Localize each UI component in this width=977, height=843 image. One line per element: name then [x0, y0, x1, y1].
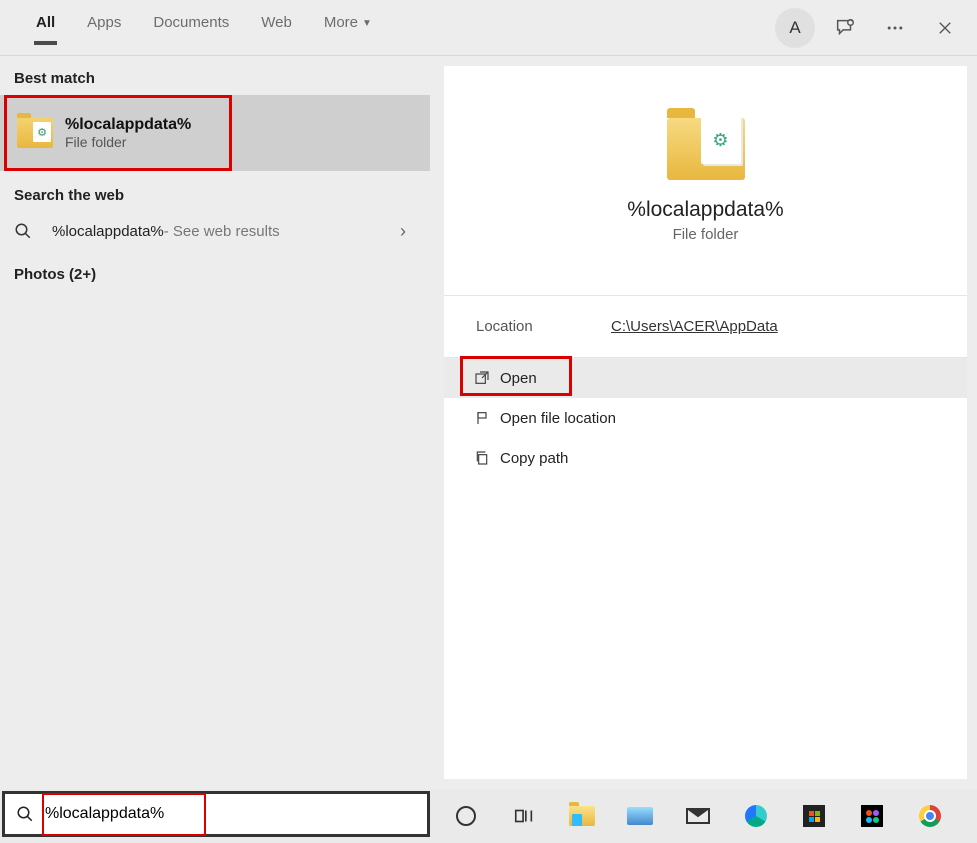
best-match-title: %localappdata%: [65, 116, 191, 134]
section-photos[interactable]: Photos (2+): [0, 252, 430, 289]
folder-icon: ⚙: [17, 118, 53, 148]
more-options-icon[interactable]: [875, 8, 915, 48]
location-label: Location: [476, 318, 611, 335]
mail-icon[interactable]: [684, 802, 712, 830]
open-icon: [474, 370, 500, 386]
web-result-row[interactable]: %localappdata% - See web results ›: [0, 210, 430, 252]
search-filter-tabs: All Apps Documents Web More ▼ A: [0, 0, 977, 56]
edge-icon[interactable]: [742, 802, 770, 830]
action-copy-path-label: Copy path: [500, 450, 568, 467]
best-match-subtitle: File folder: [65, 134, 191, 150]
preview-subtitle: File folder: [673, 226, 739, 243]
web-result-query: %localappdata%: [52, 223, 164, 240]
section-best-match: Best match: [0, 56, 430, 93]
tab-web[interactable]: Web: [245, 6, 308, 45]
preview-header: ⚙ %localappdata% File folder: [444, 66, 967, 296]
tab-more[interactable]: More ▼: [308, 6, 388, 45]
action-open-location-label: Open file location: [500, 410, 616, 427]
tab-list: All Apps Documents Web More ▼: [0, 6, 388, 45]
location-value[interactable]: C:\Users\ACER\AppData: [611, 318, 778, 335]
search-box[interactable]: [2, 791, 430, 837]
task-view-icon[interactable]: [510, 802, 538, 830]
preview-pane: ⚙ %localappdata% File folder Location C:…: [444, 66, 967, 779]
gear-page-icon: ⚙: [701, 116, 741, 164]
chevron-right-icon: ›: [400, 221, 406, 242]
file-explorer-icon[interactable]: [568, 802, 596, 830]
action-copy-path[interactable]: Copy path: [444, 438, 967, 478]
figma-icon[interactable]: [858, 802, 886, 830]
search-icon: [14, 222, 38, 240]
gear-icon: ⚙: [33, 122, 51, 142]
search-input[interactable]: [45, 805, 427, 823]
tab-all[interactable]: All: [20, 6, 71, 45]
feedback-icon[interactable]: [825, 8, 865, 48]
open-location-icon: [474, 410, 500, 426]
actions-list: Open Open file location Copy path: [444, 358, 967, 478]
action-open-label: Open: [500, 370, 537, 387]
caret-down-icon: ▼: [362, 18, 372, 29]
store-icon[interactable]: [800, 802, 828, 830]
close-icon[interactable]: [925, 8, 965, 48]
tab-documents[interactable]: Documents: [137, 6, 245, 45]
location-row: Location C:\Users\ACER\AppData: [444, 296, 967, 358]
search-results-main: Best match ⚙ %localappdata% File folder …: [0, 56, 977, 789]
action-open[interactable]: Open: [444, 358, 967, 398]
folder-large-icon: ⚙: [667, 118, 745, 180]
search-icon: [5, 805, 45, 823]
cortana-icon[interactable]: [452, 802, 480, 830]
preview-title: %localappdata%: [627, 198, 783, 222]
keyboard-app-icon[interactable]: [626, 802, 654, 830]
taskbar: [432, 789, 977, 843]
user-avatar[interactable]: A: [775, 8, 815, 48]
copy-icon: [474, 450, 500, 466]
results-list: Best match ⚙ %localappdata% File folder …: [0, 56, 430, 789]
best-match-result[interactable]: ⚙ %localappdata% File folder: [4, 95, 232, 171]
tab-apps[interactable]: Apps: [71, 6, 137, 45]
chrome-icon[interactable]: [916, 802, 944, 830]
action-open-location[interactable]: Open file location: [444, 398, 967, 438]
best-match-text: %localappdata% File folder: [65, 116, 191, 150]
section-search-web: Search the web: [0, 173, 430, 210]
web-result-suffix: - See web results: [164, 223, 280, 240]
taskbar-area: [0, 789, 977, 843]
tab-more-label: More: [324, 14, 358, 31]
topbar-right: A: [775, 6, 977, 50]
best-match-row-wrap: ⚙ %localappdata% File folder: [0, 95, 430, 171]
